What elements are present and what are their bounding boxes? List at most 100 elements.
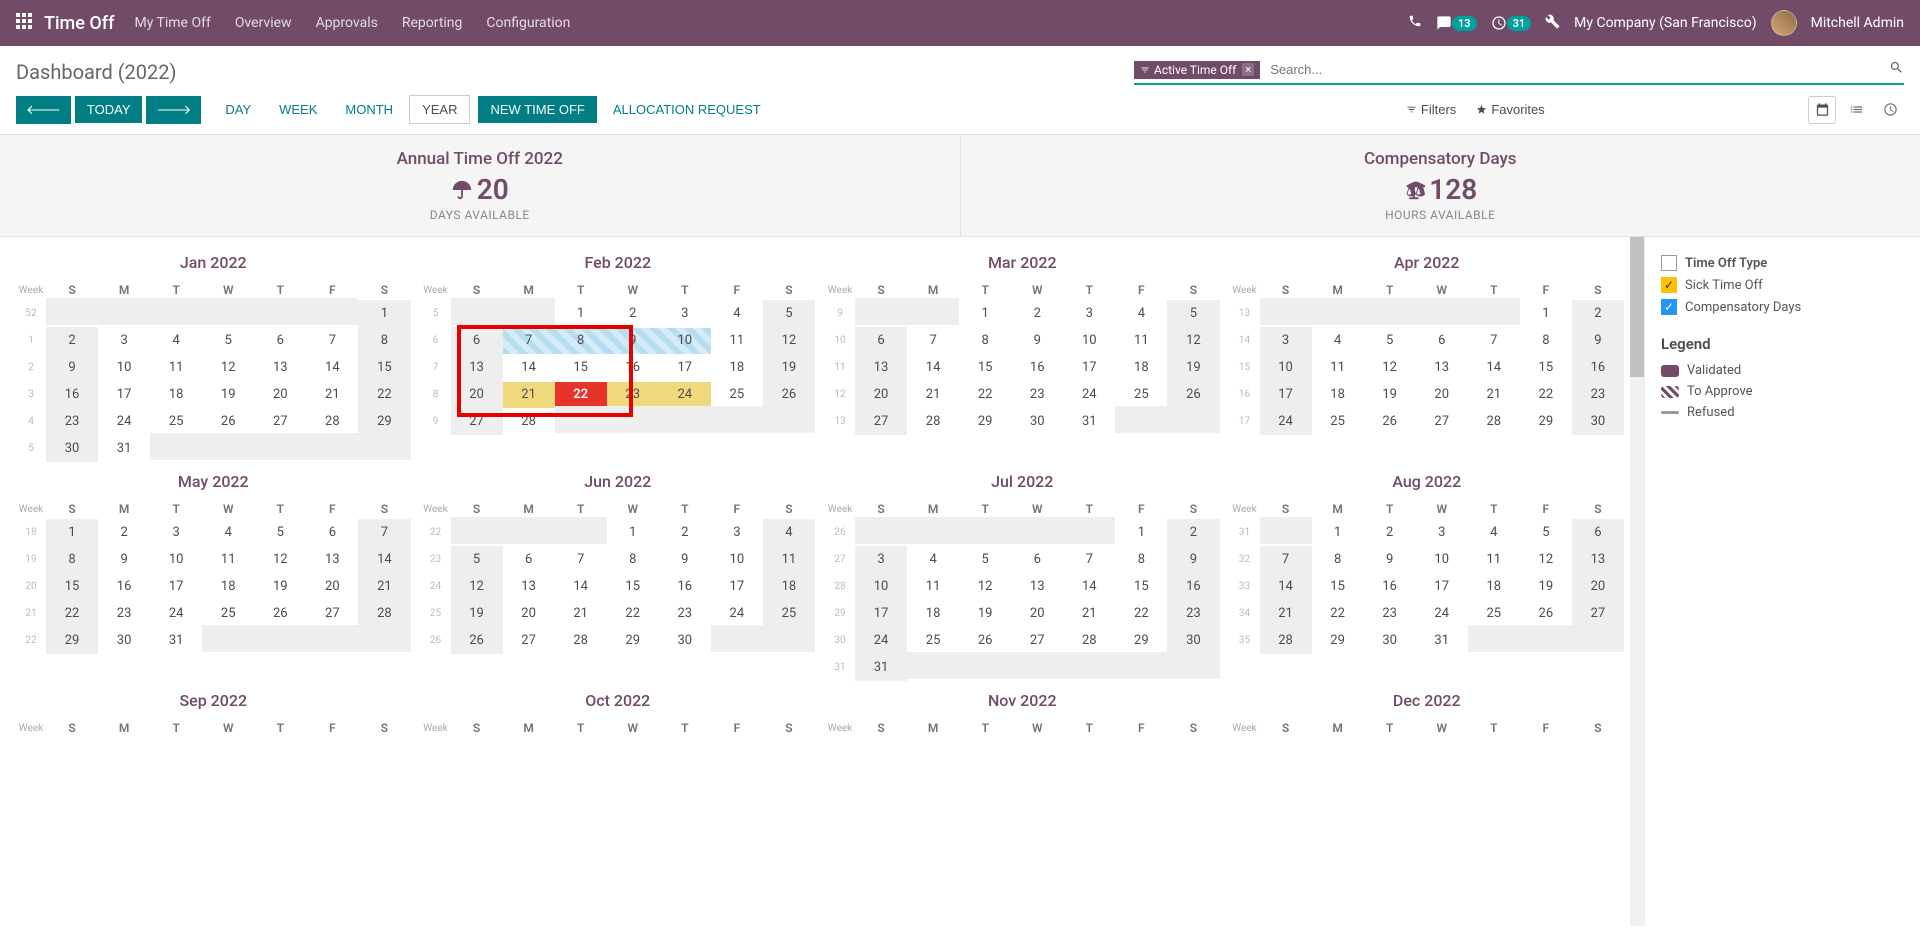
calendar-day[interactable]: 27 — [1572, 600, 1624, 627]
calendar-day[interactable]: 6 — [451, 327, 503, 354]
calendar-day[interactable]: 15 — [555, 354, 607, 381]
calendar-day[interactable]: 29 — [46, 627, 98, 654]
calendar-day[interactable]: 26 — [254, 600, 306, 627]
calendar-day[interactable]: 10 — [855, 573, 907, 600]
calendar-day[interactable]: 27 — [855, 408, 907, 435]
calendar-day[interactable]: 13 — [855, 354, 907, 381]
calendar-day[interactable]: 27 — [1416, 408, 1468, 435]
calendar-day[interactable]: 27 — [451, 408, 503, 435]
calendar-day[interactable]: 8 — [46, 546, 98, 573]
calendar-day[interactable]: 1 — [1312, 519, 1364, 546]
calendar-day[interactable]: 29 — [358, 408, 410, 435]
calendar-day[interactable]: 14 — [1260, 573, 1312, 600]
calendar-day[interactable]: 20 — [1416, 381, 1468, 408]
calendar-day[interactable]: 12 — [1520, 546, 1572, 573]
calendar-day[interactable]: 22 — [959, 381, 1011, 408]
calendar-day[interactable]: 19 — [1364, 381, 1416, 408]
calendar-day[interactable]: 3 — [1260, 327, 1312, 354]
calendar-day[interactable]: 16 — [1167, 573, 1219, 600]
calendar-day[interactable]: 14 — [1468, 354, 1520, 381]
calendar-day[interactable]: 11 — [763, 546, 815, 573]
calendar-day[interactable]: 17 — [711, 573, 763, 600]
calendar-day[interactable]: 18 — [202, 573, 254, 600]
user-avatar[interactable] — [1771, 10, 1797, 36]
calendar-day[interactable]: 3 — [1063, 300, 1115, 327]
calendar-day[interactable]: 14 — [306, 354, 358, 381]
calendar-day[interactable]: 7 — [306, 327, 358, 354]
calendar-day[interactable]: 2 — [1364, 519, 1416, 546]
calendar-day[interactable]: 3 — [1416, 519, 1468, 546]
calendar-day[interactable]: 26 — [959, 627, 1011, 654]
nav-item-overview[interactable]: Overview — [235, 15, 292, 31]
balance-card[interactable]: Compensatory Days 128 HOURS AVAILABLE — [961, 135, 1920, 236]
calendar-day[interactable]: 11 — [1312, 354, 1364, 381]
calendar-day[interactable]: 18 — [907, 600, 959, 627]
calendar-day[interactable]: 18 — [1312, 381, 1364, 408]
calendar-day[interactable]: 5 — [451, 546, 503, 573]
calendar-day[interactable]: 11 — [1468, 546, 1520, 573]
calendar-day[interactable]: 22 — [607, 600, 659, 627]
calendar-day[interactable]: 22 — [1312, 600, 1364, 627]
calendar-day[interactable]: 6 — [855, 327, 907, 354]
calendar-day[interactable]: 12 — [959, 573, 1011, 600]
activities-icon[interactable]: 31 — [1491, 15, 1532, 31]
calendar-day[interactable]: 16 — [1572, 354, 1624, 381]
calendar-day[interactable]: 4 — [1312, 327, 1364, 354]
filter-tag[interactable]: Active Time Off × — [1134, 61, 1260, 79]
calendar-day[interactable]: 7 — [1063, 546, 1115, 573]
calendar-day[interactable]: 9 — [1167, 546, 1219, 573]
type-header-row[interactable]: Time Off Type — [1661, 255, 1904, 271]
calendar-day[interactable]: 17 — [98, 381, 150, 408]
calendar-day[interactable]: 10 — [150, 546, 202, 573]
calendar-day[interactable]: 11 — [907, 573, 959, 600]
calendar-day[interactable]: 3 — [98, 327, 150, 354]
calendar-day[interactable]: 5 — [1364, 327, 1416, 354]
calendar-day[interactable]: 10 — [711, 546, 763, 573]
calendar-day[interactable]: 10 — [1063, 327, 1115, 354]
calendar-day[interactable]: 16 — [1011, 354, 1063, 381]
calendar-day[interactable]: 22 — [1115, 600, 1167, 627]
calendar-day[interactable]: 26 — [1167, 381, 1219, 408]
calendar-day[interactable]: 28 — [555, 627, 607, 654]
calendar-day[interactable]: 9 — [46, 354, 98, 381]
calendar-day[interactable]: 16 — [659, 573, 711, 600]
calendar-day[interactable]: 28 — [1063, 627, 1115, 654]
calendar-day[interactable]: 25 — [763, 600, 815, 627]
calendar-day[interactable]: 27 — [306, 600, 358, 627]
calendar-day[interactable]: 28 — [306, 408, 358, 435]
calendar-day[interactable]: 25 — [1115, 381, 1167, 408]
calendar-day[interactable]: 15 — [1115, 573, 1167, 600]
calendar-day[interactable]: 26 — [202, 408, 254, 435]
calendar-day[interactable]: 5 — [254, 519, 306, 546]
calendar-day[interactable]: 20 — [855, 381, 907, 408]
calendar-day[interactable]: 6 — [1416, 327, 1468, 354]
allocation-request-button[interactable]: ALLOCATION REQUEST — [601, 96, 773, 123]
calendar-day[interactable]: 13 — [503, 573, 555, 600]
apps-icon[interactable] — [16, 13, 32, 33]
calendar-day[interactable]: 28 — [503, 408, 555, 435]
calendar-day[interactable]: 26 — [451, 627, 503, 654]
type-checkbox[interactable]: ✓ — [1661, 277, 1677, 293]
new-time-off-button[interactable]: NEW TIME OFF — [478, 96, 596, 123]
calendar-day[interactable]: 15 — [1312, 573, 1364, 600]
phone-icon[interactable] — [1408, 14, 1422, 32]
calendar-day[interactable]: 21 — [306, 381, 358, 408]
calendar-day[interactable]: 25 — [150, 408, 202, 435]
calendar-day[interactable]: 9 — [1364, 546, 1416, 573]
calendar-day[interactable]: 19 — [254, 573, 306, 600]
calendar-day[interactable]: 3 — [150, 519, 202, 546]
calendar-day[interactable]: 25 — [1468, 600, 1520, 627]
debug-icon[interactable] — [1545, 14, 1560, 33]
calendar-day[interactable]: 30 — [46, 435, 98, 462]
calendar-day[interactable]: 13 — [1416, 354, 1468, 381]
type-header-checkbox[interactable] — [1661, 255, 1677, 271]
type-item[interactable]: ✓Sick Time Off — [1661, 277, 1904, 293]
calendar-day[interactable]: 19 — [959, 600, 1011, 627]
calendar-day[interactable]: 27 — [503, 627, 555, 654]
calendar-day[interactable]: 16 — [607, 354, 659, 381]
calendar-day[interactable]: 8 — [959, 327, 1011, 354]
calendar-day[interactable]: 31 — [98, 435, 150, 462]
calendar-day[interactable]: 15 — [607, 573, 659, 600]
next-button[interactable]: 🡒 — [146, 96, 201, 124]
favorites-button[interactable]: Favorites — [1476, 102, 1544, 117]
